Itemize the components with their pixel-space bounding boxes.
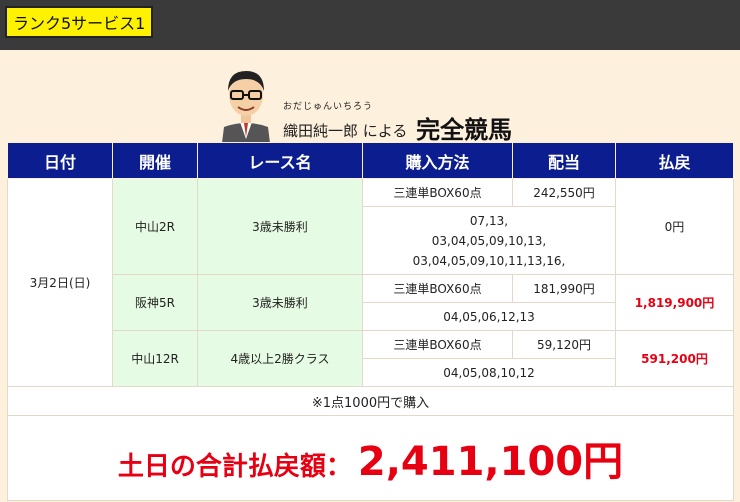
numbers-cell: 07,13, 03,04,05,09,10,13, 03,04,05,09,10… [362,206,616,275]
date-cell: 3月2日(日) [7,178,113,387]
rank-badge[interactable]: ランク5サービス1 [5,6,154,38]
numbers-cell: 04,05,06,12,13 [362,302,616,331]
header-method: 購入方法 [362,142,513,179]
table-row: 中山12R 4歳以上2勝クラス 三連単BOX60点 59,120円 591,20… [8,330,734,387]
race-name-cell: 4歳以上2勝クラス [197,330,363,387]
header-venue: 開催 [112,142,198,179]
header-race: レース名 [197,142,363,179]
payout-cell: 0円 [615,178,734,275]
header-title: 織田純一郎 による 完全競馬 [283,110,512,145]
table-row: 阪神5R 3歳未勝利 三連単BOX60点 181,990円 1,819,900円 [8,274,734,331]
total-row: 土日の合計払戻額： 2,411,100円 [7,415,734,501]
payout-cell: 591,200円 [615,330,734,387]
table-row: 3月2日(日) 中山2R 3歳未勝利 三連単BOX60点 242,550円 0円 [7,178,734,387]
dividend-cell: 181,990円 [512,274,616,303]
total-payout: 土日の合計払戻額： 2,411,100円 [117,439,623,485]
mascot-avatar-icon [222,71,270,143]
dividend-cell: 59,120円 [512,330,616,359]
venue-cell: 阪神5R [112,274,198,331]
header-payout: 払戻 [615,142,734,179]
header-date: 日付 [7,142,113,179]
method-cell: 三連単BOX60点 [362,330,513,359]
dividend-cell: 242,550円 [512,178,616,207]
numbers-line: 03,04,05,09,10,11,13,16, [412,253,566,268]
table-header-row: 日付 開催 レース名 購入方法 配当 払戻 [7,142,734,179]
header-area: おだじゅんいちろう 織田純一郎 による 完全競馬 [0,50,740,145]
results-table: 日付 開催 レース名 購入方法 配当 払戻 3月2日(日) 中山2R 3歳未勝利… [7,142,734,501]
venue-cell: 中山12R [112,330,198,387]
payout-cell: 1,819,900円 [615,274,734,331]
author-name: 織田純一郎 [283,122,359,140]
method-cell: 三連単BOX60点 [362,274,513,303]
numbers-line: 07,13, [469,213,509,228]
race-name-cell: 3歳未勝利 [197,274,363,331]
numbers-cell: 04,05,08,10,12 [362,358,616,387]
numbers-line: 03,04,05,09,10,13, [431,233,547,248]
connector-text: による [362,122,408,140]
total-label: 土日の合計払戻額： [117,452,352,482]
race-name-cell: 3歳未勝利 [197,178,363,275]
header-dividend: 配当 [512,142,616,179]
total-value: 2,411,100円 [357,439,624,485]
note-row: ※1点1000円で購入 [7,386,734,416]
venue-cell: 中山2R [112,178,198,275]
method-cell: 三連単BOX60点 [362,178,513,207]
purchase-note: ※1点1000円で購入 [7,386,734,416]
total-cell: 土日の合計払戻額： 2,411,100円 [7,415,734,501]
service-title: 完全競馬 [416,116,513,144]
top-bar: ランク5サービス1 [0,0,740,50]
